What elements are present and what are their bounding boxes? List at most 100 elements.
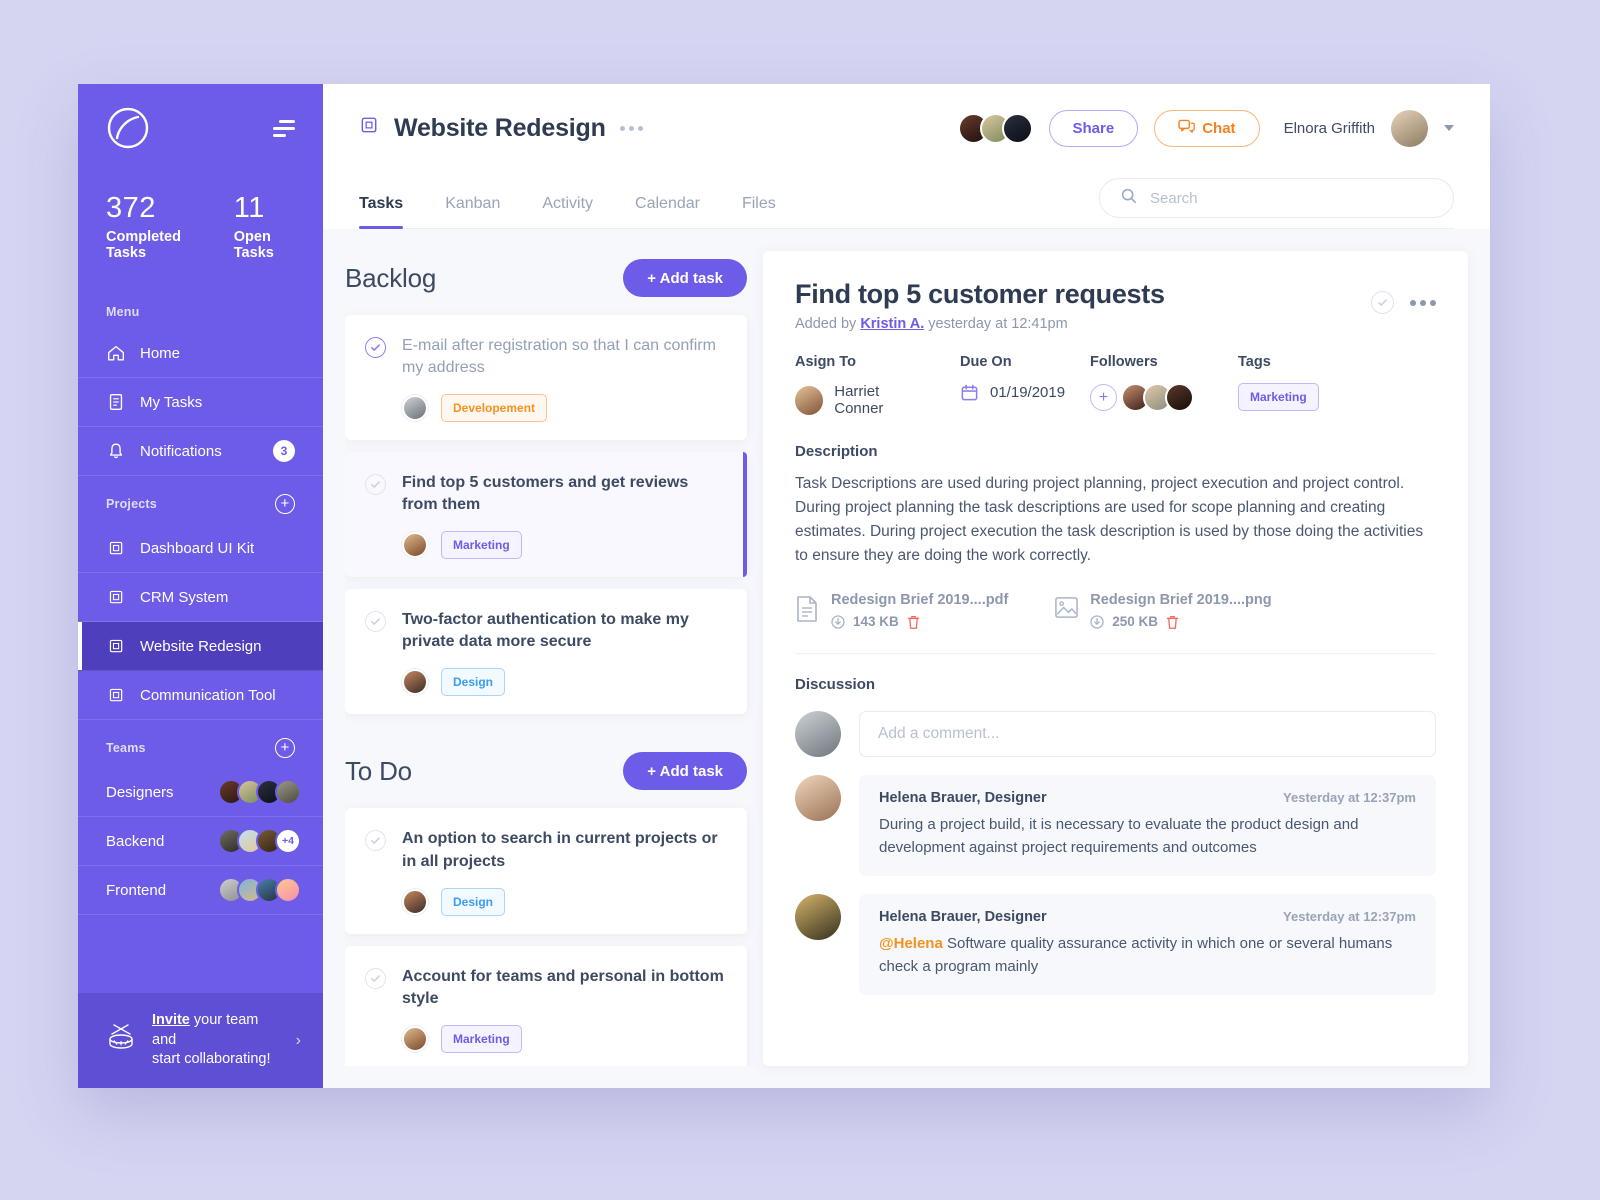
add-project-icon[interactable]: + xyxy=(275,494,295,515)
invite-text: Invite your team and start collaborating… xyxy=(152,1011,282,1070)
team-label: Frontend xyxy=(106,881,167,899)
more-options-icon[interactable] xyxy=(1410,299,1436,306)
team-row-backend[interactable]: Backend +4 xyxy=(78,817,323,867)
calendar-icon xyxy=(960,383,979,402)
task-checkbox[interactable] xyxy=(365,830,386,852)
task-tag[interactable]: Design xyxy=(441,668,506,697)
team-row-frontend[interactable]: Frontend xyxy=(78,866,323,916)
add-team-icon[interactable]: + xyxy=(275,738,295,759)
task-card[interactable]: E-mail after registration so that I can … xyxy=(345,315,747,441)
tab-kanban[interactable]: Kanban xyxy=(445,195,526,228)
sidebar-item-home[interactable]: Home xyxy=(78,329,323,379)
attachment-sub: 143 KB xyxy=(831,614,1008,629)
bell-icon xyxy=(106,441,126,461)
share-button[interactable]: Share xyxy=(1048,109,1139,147)
teams-section-label: Teams xyxy=(106,741,146,756)
sidebar-item-website-redesign[interactable]: Website Redesign xyxy=(78,622,323,672)
attachment-info: Redesign Brief 2019....png 250 KB xyxy=(1090,592,1271,629)
task-body: Account for teams and personal in bottom… xyxy=(402,966,725,1053)
column-title: To Do xyxy=(345,755,412,786)
sidebar-item-label: Communication Tool xyxy=(140,686,276,704)
sidebar-item-label: Notifications xyxy=(140,442,222,460)
trash-icon[interactable] xyxy=(1166,615,1179,629)
detail-tag[interactable]: Marketing xyxy=(1238,383,1319,411)
task-checkbox[interactable] xyxy=(365,474,386,496)
task-tag[interactable]: Marketing xyxy=(441,531,522,560)
comment-mention[interactable]: @Helena xyxy=(879,935,943,952)
app-logo[interactable] xyxy=(106,106,150,150)
search-box[interactable] xyxy=(1099,178,1454,218)
chevron-right-icon[interactable]: › xyxy=(296,1030,301,1052)
download-icon[interactable] xyxy=(831,614,845,629)
task-checkbox[interactable] xyxy=(365,967,386,989)
tab-activity[interactable]: Activity xyxy=(542,195,619,228)
project-icon xyxy=(359,115,380,141)
chevron-down-icon[interactable] xyxy=(1444,125,1454,131)
avatar[interactable] xyxy=(1391,109,1428,147)
avatar xyxy=(795,385,824,415)
task-checkbox[interactable] xyxy=(365,337,386,358)
due-on-label: Due On xyxy=(960,354,1012,370)
trash-icon[interactable] xyxy=(907,615,920,629)
sidebar-item-communication-tool[interactable]: Communication Tool xyxy=(78,671,323,721)
invite-link[interactable]: Invite xyxy=(152,1012,190,1028)
add-task-button-todo[interactable]: + Add task xyxy=(623,752,747,791)
search-icon xyxy=(1120,187,1138,210)
task-tag[interactable]: Marketing xyxy=(441,1024,522,1053)
add-task-button-backlog[interactable]: + Add task xyxy=(623,259,747,297)
search-input[interactable] xyxy=(1150,189,1433,207)
added-author-link[interactable]: Kristin A. xyxy=(860,316,924,332)
sidebar-item-crm-system[interactable]: CRM System xyxy=(78,573,323,623)
check-circle-icon[interactable] xyxy=(1371,291,1394,314)
more-options-icon[interactable] xyxy=(619,125,643,131)
notifications-badge: 3 xyxy=(273,440,295,463)
add-follower-icon[interactable]: + xyxy=(1090,384,1117,411)
task-card[interactable]: An option to search in current projects … xyxy=(345,808,747,934)
chat-button[interactable]: Chat xyxy=(1154,109,1260,147)
tab-files[interactable]: Files xyxy=(742,195,802,228)
team-overflow-count[interactable]: +4 xyxy=(275,828,301,855)
invite-banner[interactable]: Invite your team and start collaborating… xyxy=(78,993,323,1088)
comment-bubble: Helena Brauer, Designer Yesterday at 12:… xyxy=(859,894,1436,996)
sidebar-item-my-tasks[interactable]: My Tasks xyxy=(78,378,323,428)
task-tag[interactable]: Design xyxy=(441,887,506,916)
home-icon xyxy=(106,343,126,363)
collapse-menu-icon[interactable] xyxy=(271,119,295,137)
comment-input[interactable] xyxy=(878,725,1417,744)
due-on-value[interactable]: 01/19/2019 xyxy=(960,383,1065,402)
tab-tasks[interactable]: Tasks xyxy=(359,195,429,229)
comment-input-wrapper[interactable] xyxy=(859,711,1436,758)
sidebar-section-menu: Menu xyxy=(78,287,323,329)
task-tag[interactable]: Developement xyxy=(441,394,548,423)
task-checkbox[interactable] xyxy=(365,611,386,633)
comment-header: Helena Brauer, Designer Yesterday at 12:… xyxy=(879,909,1416,925)
detail-meta-grid: Asign To Harriet Conner Due On 01/19/201… xyxy=(795,354,1436,417)
tasks-icon xyxy=(106,392,126,412)
description-label: Description xyxy=(795,443,878,460)
tab-calendar[interactable]: Calendar xyxy=(635,195,726,228)
comment-header: Helena Brauer, Designer Yesterday at 12:… xyxy=(879,790,1416,806)
task-card[interactable]: Account for teams and personal in bottom… xyxy=(345,945,747,1066)
sidebar-header xyxy=(78,84,323,172)
column-header-backlog: Backlog + Add task xyxy=(345,251,747,315)
task-body: E-mail after registration so that I can … xyxy=(402,335,725,423)
topbar: Website Redesign Share Chat Elnora Griff… xyxy=(323,84,1490,229)
attachment-size: 250 KB xyxy=(1112,614,1159,630)
download-icon[interactable] xyxy=(1090,614,1104,629)
attachment-item[interactable]: Redesign Brief 2019....png 250 KB xyxy=(1054,592,1272,629)
due-date: 01/19/2019 xyxy=(990,384,1066,401)
column-title: Backlog xyxy=(345,262,437,293)
sidebar-item-dashboard-ui-kit[interactable]: Dashboard UI Kit xyxy=(78,524,323,574)
comment-composer xyxy=(795,711,1436,758)
avatar xyxy=(402,669,428,696)
chat-bubble-icon xyxy=(1178,119,1196,138)
avatar[interactable] xyxy=(1001,112,1033,144)
team-row-designers[interactable]: Designers xyxy=(78,768,323,818)
project-icon xyxy=(106,685,126,705)
attachment-item[interactable]: Redesign Brief 2019....pdf 143 KB xyxy=(795,592,1008,629)
task-card[interactable]: Two-factor authentication to make my pri… xyxy=(345,589,747,715)
detail-due-on: Due On 01/19/2019 xyxy=(960,354,1090,417)
sidebar-item-notifications[interactable]: Notifications 3 xyxy=(78,427,323,477)
followers-label: Followers xyxy=(1090,354,1158,370)
task-card[interactable]: Find top 5 customers and get reviews fro… xyxy=(345,452,747,578)
